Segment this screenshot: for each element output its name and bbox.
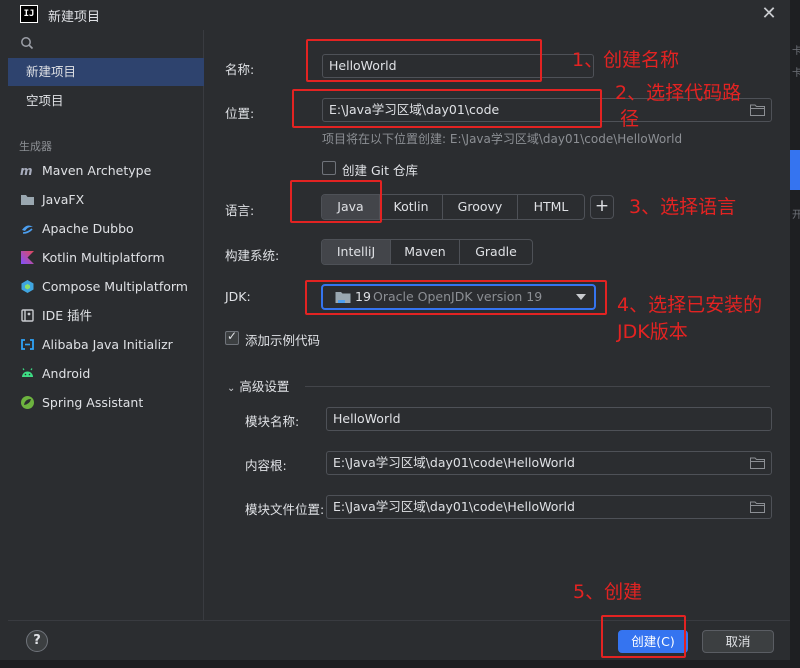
sidebar-item-empty-project[interactable]: 空项目 — [8, 87, 204, 115]
generator-label: Kotlin Multiplatform — [42, 250, 165, 265]
help-button[interactable]: ? — [26, 630, 48, 652]
edge-glyph: 卡 — [792, 68, 800, 79]
sidebar-item-compose-multiplatform[interactable]: Compose Multiplatform — [8, 272, 204, 301]
sidebar-item-android[interactable]: Android — [8, 359, 204, 388]
folder-icon[interactable] — [750, 501, 765, 513]
plugin-icon — [21, 309, 34, 322]
annotation-step2-line2: 径 — [620, 108, 640, 130]
module-file-input[interactable]: E:\Java学习区域\day01\code\HelloWorld — [326, 495, 772, 519]
annotation-step2-line1: 2、选择代码路 — [615, 82, 742, 104]
sidebar-item-kotlin-multiplatform[interactable]: Kotlin Multiplatform — [8, 243, 204, 272]
add-language-button[interactable]: + — [590, 195, 614, 219]
generator-label: JavaFX — [42, 192, 85, 207]
build-system-selector: IntelliJ Maven Gradle — [321, 239, 533, 265]
generator-label: Compose Multiplatform — [42, 279, 188, 294]
spring-icon — [21, 396, 34, 409]
title-bar: IJ 新建项目 ✕ — [0, 0, 790, 30]
generator-label: Android — [42, 366, 91, 381]
annotation-step3: 3、选择语言 — [629, 196, 737, 218]
edge-glyph: 卡 — [792, 46, 800, 57]
module-name-label: 模块名称: — [245, 414, 300, 429]
window-title: 新建项目 — [48, 10, 101, 25]
jdk-vendor: Oracle OpenJDK version 19 — [373, 289, 543, 304]
generators-header: 生成器 — [19, 140, 52, 153]
maven-icon: m — [20, 164, 33, 178]
advanced-divider — [305, 386, 770, 387]
annotation-step4-line1: 4、选择已安装的 — [617, 294, 763, 316]
generator-label: Alibaba Java Initializr — [42, 337, 173, 352]
create-button[interactable]: 创建(C) — [618, 630, 688, 653]
chevron-down-icon — [576, 294, 586, 300]
javafx-icon — [21, 195, 34, 205]
language-option-kotlin[interactable]: Kotlin — [380, 195, 443, 219]
advanced-settings-label: 高级设置 — [239, 379, 290, 394]
jdk-dropdown[interactable]: 19 Oracle OpenJDK version 19 — [321, 284, 596, 310]
chevron-down-icon: ⌄ — [227, 383, 236, 394]
android-icon — [22, 368, 33, 377]
edge-accent — [790, 150, 800, 190]
jdk-folder-icon — [335, 292, 351, 303]
sidebar-item-alibaba-java-initializr[interactable]: Alibaba Java Initializr — [8, 330, 204, 359]
folder-icon[interactable] — [750, 457, 765, 469]
build-option-intellij[interactable]: IntelliJ — [322, 240, 391, 264]
build-option-gradle[interactable]: Gradle — [460, 240, 532, 264]
location-label: 位置: — [225, 106, 255, 121]
dialog-footer: ? 创建(C) 取消 — [8, 620, 790, 660]
sidebar-item-new-project[interactable]: 新建项目 — [8, 58, 204, 86]
sidebar: 新建项目 空项目 生成器 m Maven Archetype JavaFX Ap… — [8, 30, 204, 620]
advanced-settings-toggle[interactable]: ⌄ 高级设置 — [227, 376, 289, 395]
main-panel: 名称: HelloWorld 位置: E:\Java学习区域\day01\cod… — [205, 30, 790, 620]
annotation-step5: 5、创建 — [573, 581, 643, 603]
language-option-java[interactable]: Java — [322, 195, 380, 219]
module-file-value: E:\Java学习区域\day01\code\HelloWorld — [333, 499, 575, 514]
kotlin-icon — [21, 251, 34, 264]
git-checkbox[interactable] — [322, 161, 336, 175]
background-window-edge: 卡 卡 开 — [790, 0, 800, 668]
generator-label: IDE 插件 — [42, 308, 93, 323]
annotation-step4-line2: JDK版本 — [617, 321, 688, 343]
language-option-html[interactable]: HTML — [518, 195, 584, 219]
close-icon[interactable]: ✕ — [758, 3, 780, 25]
name-input[interactable]: HelloWorld — [322, 54, 594, 78]
module-name-input[interactable]: HelloWorld — [326, 407, 772, 431]
svg-text:m: m — [20, 164, 33, 178]
sidebar-item-maven-archetype[interactable]: m Maven Archetype — [8, 156, 204, 185]
annotation-step1: 1、创建名称 — [572, 49, 680, 71]
language-option-groovy[interactable]: Groovy — [443, 195, 518, 219]
dubbo-icon — [22, 225, 33, 234]
compose-icon — [21, 280, 34, 293]
language-label: 语言: — [225, 203, 255, 218]
generator-label: Spring Assistant — [42, 395, 144, 410]
module-file-label: 模块文件位置: — [245, 502, 325, 517]
location-hint: 项目将在以下位置创建: E:\Java学习区域\day01\code\Hello… — [322, 132, 683, 146]
sample-code-label: 添加示例代码 — [245, 333, 321, 348]
jdk-version: 19 — [355, 289, 371, 304]
build-option-maven[interactable]: Maven — [391, 240, 460, 264]
edge-glyph: 开 — [792, 210, 800, 221]
bottom-edge — [0, 660, 800, 668]
sample-code-checkbox[interactable] — [225, 329, 239, 345]
name-label: 名称: — [225, 62, 255, 77]
sidebar-item-ide-plugin[interactable]: IDE 插件 — [8, 301, 204, 330]
search-icon[interactable] — [20, 36, 34, 50]
cancel-button[interactable]: 取消 — [702, 630, 774, 653]
language-selector: Java Kotlin Groovy HTML — [321, 194, 585, 220]
content-root-input[interactable]: E:\Java学习区域\day01\code\HelloWorld — [326, 451, 772, 475]
build-system-label: 构建系统: — [225, 248, 280, 263]
content-root-label: 内容根: — [245, 458, 287, 473]
sidebar-item-javafx[interactable]: JavaFX — [8, 185, 204, 214]
intellij-logo-icon: IJ — [20, 5, 38, 23]
location-value: E:\Java学习区域\day01\code — [329, 102, 500, 117]
generator-label: Maven Archetype — [42, 163, 152, 178]
folder-icon[interactable] — [750, 104, 765, 116]
generator-label: Apache Dubbo — [42, 221, 134, 236]
sidebar-item-apache-dubbo[interactable]: Apache Dubbo — [8, 214, 204, 243]
sidebar-item-spring-assistant[interactable]: Spring Assistant — [8, 388, 204, 417]
jdk-label: JDK: — [225, 289, 251, 304]
content-root-value: E:\Java学习区域\day01\code\HelloWorld — [333, 455, 575, 470]
alibaba-icon — [21, 339, 34, 350]
git-label: 创建 Git 仓库 — [342, 163, 419, 178]
